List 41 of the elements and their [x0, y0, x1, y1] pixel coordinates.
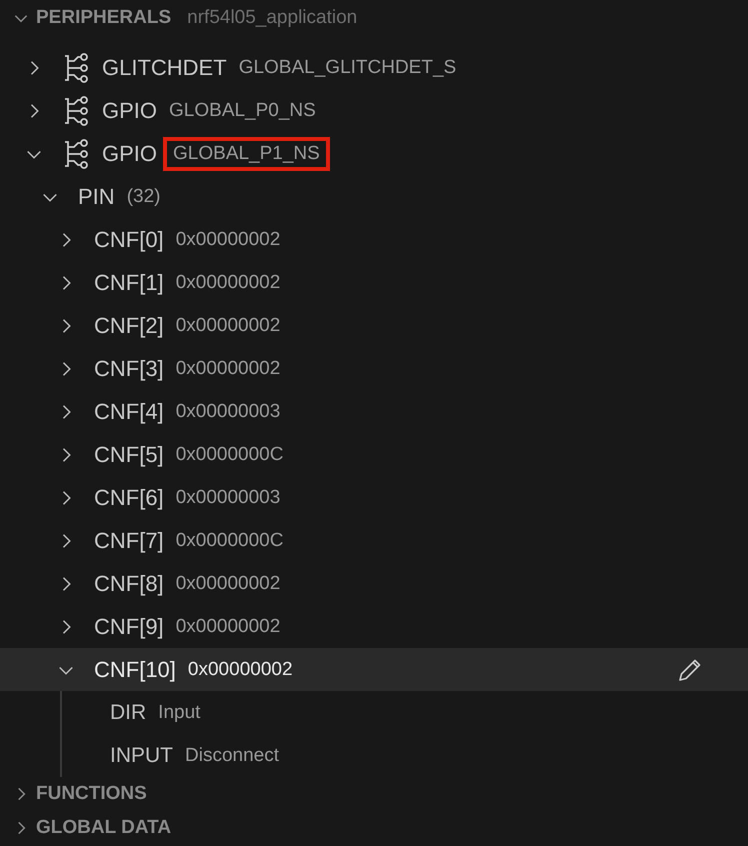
circuit-icon: [62, 138, 90, 168]
tree-item-value: 0x00000002: [176, 356, 280, 380]
tree-item-value: 0x00000002: [176, 314, 280, 338]
section-subtitle: nrf54l05_application: [187, 7, 358, 29]
tree-item-label[interactable]: GPIO: [102, 98, 158, 124]
tree-item-label[interactable]: CNF[2]: [94, 312, 164, 338]
tree-item-label[interactable]: CNF[3]: [94, 356, 164, 382]
tree-item-label[interactable]: CNF[0]: [94, 226, 164, 252]
section-title[interactable]: FUNCTIONS: [36, 783, 147, 805]
tree-item-label[interactable]: CNF[1]: [94, 270, 164, 296]
tree-item-value: GLOBAL_GLITCHDET_S: [238, 56, 456, 80]
tree-item-value: GLOBAL_P1_NS: [163, 136, 330, 170]
section-title[interactable]: GLOBAL DATA: [36, 817, 172, 839]
tree-item-value: GLOBAL_P0_NS: [169, 98, 316, 122]
tree-item-label[interactable]: CNF[4]: [94, 398, 164, 424]
tree-item-label[interactable]: CNF[8]: [94, 570, 164, 596]
tree-item-value: 0x00000003: [176, 486, 280, 510]
tree-item-value: 0x00000002: [176, 228, 280, 252]
circuit-icon: [62, 96, 90, 126]
tree-item-value: 0x0000000C: [176, 528, 284, 552]
tree-item-value: 0x00000003: [176, 400, 280, 424]
tree-item-label[interactable]: CNF[6]: [94, 484, 164, 510]
tree-item-value: 0x00000002: [176, 270, 280, 294]
tree-item-value: 0x0000000C: [176, 442, 284, 466]
tree-item-label[interactable]: CNF[5]: [94, 442, 164, 468]
tree-item-label[interactable]: PIN: [78, 184, 115, 210]
tree-item-label[interactable]: CNF[7]: [94, 528, 164, 554]
tree-item-label[interactable]: CNF[9]: [94, 614, 164, 640]
tree-item-label[interactable]: GPIO: [102, 140, 158, 166]
tree-item-label[interactable]: DIR: [110, 700, 146, 724]
tree-item-value: Disconnect: [185, 744, 279, 768]
tree-item-value: 0x00000002: [188, 658, 293, 682]
tree-item-label[interactable]: CNF[10]: [94, 656, 176, 682]
tree-item-label[interactable]: INPUT: [110, 744, 173, 768]
tree-item-value: Input: [158, 700, 200, 724]
tree-item-value: 0x00000002: [176, 614, 280, 638]
tree-item-value: (32): [126, 184, 160, 208]
circuit-icon: [62, 52, 90, 82]
section-title[interactable]: PERIPHERALS: [36, 7, 172, 29]
tree-item-label[interactable]: GLITCHDET: [102, 54, 227, 80]
tree-item-value: 0x00000002: [176, 572, 280, 596]
